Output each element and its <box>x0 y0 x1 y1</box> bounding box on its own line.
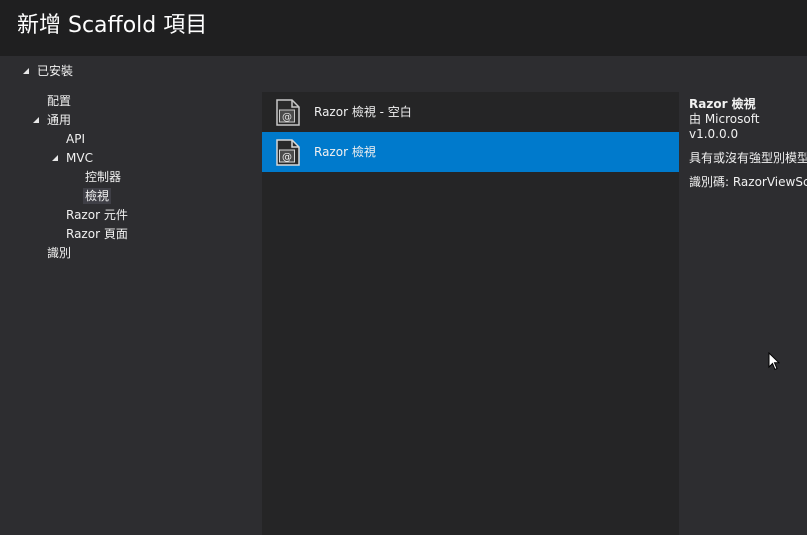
tree-node-view[interactable]: 檢視 <box>83 187 112 206</box>
template-item-razor-view-empty[interactable]: @ Razor 檢視 - 空白 <box>262 92 679 132</box>
tree-node-common[interactable]: 通用 <box>33 111 71 130</box>
details-title: Razor 檢視 <box>689 97 756 111</box>
tree-node-identity[interactable]: 識別 <box>47 244 71 263</box>
expand-triangle-icon[interactable] <box>52 155 58 161</box>
svg-text:@: @ <box>282 152 292 163</box>
dialog-title-bar: 新增 Scaffold 項目 <box>0 0 807 56</box>
tree-node-controller[interactable]: 控制器 <box>85 168 121 187</box>
tree-node-api[interactable]: API <box>66 130 85 149</box>
details-identifier: 識別碼: RazorViewSca <box>689 175 807 189</box>
tree-node-label: 已安裝 <box>37 64 74 78</box>
tree-node-label: MVC <box>66 151 93 165</box>
tree-node-label: 識別 <box>47 246 72 260</box>
category-tree: 已安裝 配置 通用 API MVC 控制器 檢視 Razor 元件 Razor … <box>0 57 262 535</box>
razor-file-icon: @ <box>276 99 300 126</box>
template-item-razor-view[interactable]: @ Razor 檢視 <box>262 132 679 172</box>
tree-node-config[interactable]: 配置 <box>47 92 71 111</box>
tree-node-label: Razor 元件 <box>66 208 128 222</box>
dialog-title: 新增 Scaffold 項目 <box>17 13 208 38</box>
tree-node-mvc[interactable]: MVC <box>52 149 93 168</box>
details-version: v1.0.0.0 <box>689 127 739 141</box>
expand-triangle-icon[interactable] <box>33 117 39 123</box>
tree-node-label: API <box>66 132 85 146</box>
template-item-label: Razor 檢視 <box>314 145 376 159</box>
template-list: @ Razor 檢視 - 空白 @ Razor 檢視 <box>262 92 679 535</box>
tree-node-label: 通用 <box>47 113 72 127</box>
tree-node-razor-page[interactable]: Razor 頁面 <box>66 225 128 244</box>
svg-text:@: @ <box>282 112 292 123</box>
details-author: 由 Microsoft <box>689 112 760 126</box>
tree-node-razor-component[interactable]: Razor 元件 <box>66 206 128 225</box>
template-item-label: Razor 檢視 - 空白 <box>314 105 412 119</box>
tree-node-installed[interactable]: 已安裝 <box>23 62 73 81</box>
mouse-cursor-icon <box>768 352 780 371</box>
expand-triangle-icon[interactable] <box>23 68 29 74</box>
tree-node-label: 配置 <box>47 94 72 108</box>
tree-node-label: 檢視 <box>83 188 112 204</box>
razor-file-icon: @ <box>276 139 300 166</box>
tree-node-label: Razor 頁面 <box>66 227 128 241</box>
tree-node-label: 控制器 <box>85 170 122 184</box>
details-panel: Razor 檢視 由 Microsoft v1.0.0.0 具有或沒有強型別模型… <box>689 97 807 527</box>
details-description: 具有或沒有強型別模型 <box>689 151 807 165</box>
